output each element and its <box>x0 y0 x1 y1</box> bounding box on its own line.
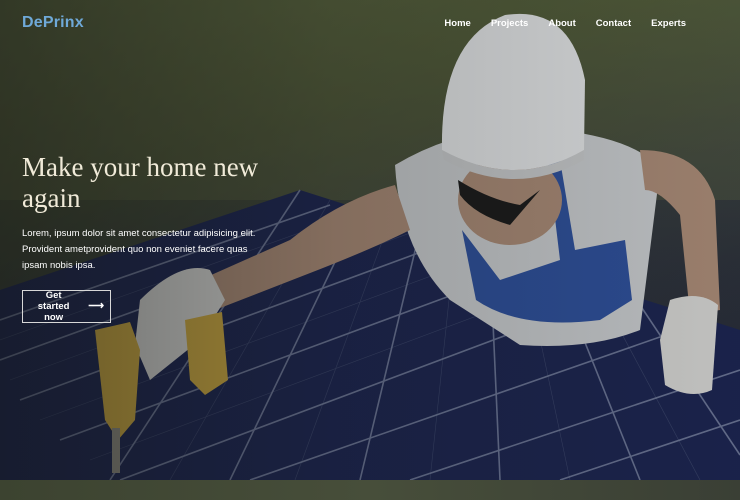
nav-menu: Home Projects About Contact Experts <box>424 18 686 29</box>
hero-content: Make your home new again Lorem, ipsum do… <box>22 152 262 323</box>
arrow-right-icon: ⟶ <box>88 300 104 312</box>
get-started-label: Get started now <box>37 290 70 323</box>
nav-link-experts[interactable]: Experts <box>651 18 686 29</box>
nav-link-projects[interactable]: Projects <box>491 18 529 29</box>
brand-logo[interactable]: DePrinx <box>22 14 84 32</box>
get-started-button[interactable]: Get started now ⟶ <box>22 290 111 323</box>
next-section-peek <box>0 480 740 500</box>
hero-section: DePrinx Home Projects About Contact Expe… <box>0 0 740 480</box>
hero-description: Lorem, ipsum dolor sit amet consectetur … <box>22 228 256 271</box>
hero-title: Make your home new again <box>22 152 259 213</box>
nav-link-home[interactable]: Home <box>444 18 470 29</box>
nav-link-contact[interactable]: Contact <box>596 18 631 29</box>
nav-link-about[interactable]: About <box>548 18 575 29</box>
top-navigation: DePrinx Home Projects About Contact Expe… <box>0 0 740 46</box>
